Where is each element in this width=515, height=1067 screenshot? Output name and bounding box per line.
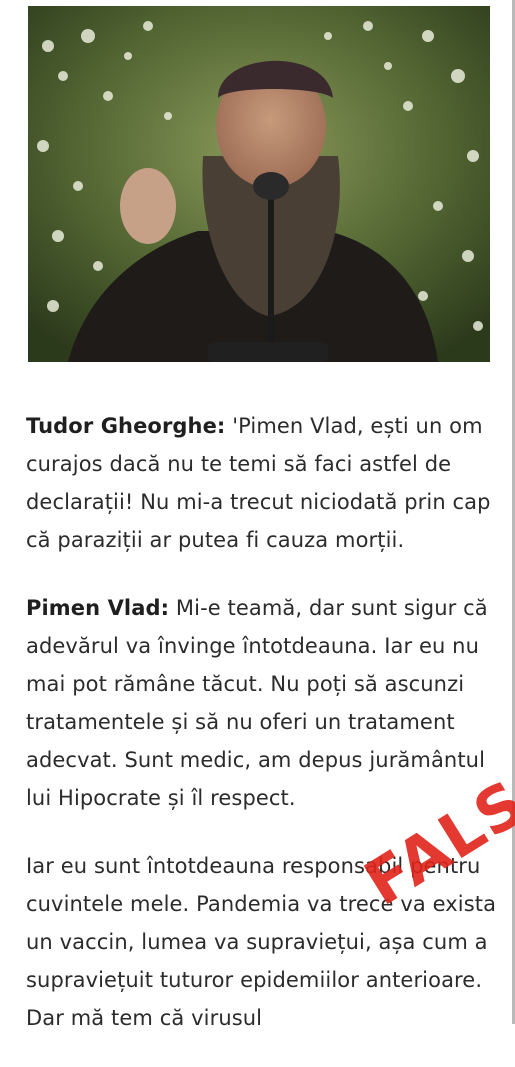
- paragraph-text: Mi-e teamă, dar sunt sigur că adevărul v…: [26, 596, 488, 810]
- monk-speaker-image: [28, 6, 490, 362]
- speaker-name: Pimen Vlad:: [26, 596, 170, 620]
- article-paragraph-1: Tudor Gheorghe: 'Pimen Vlad, ești un om …: [26, 407, 504, 559]
- article-paragraph-2: Pimen Vlad: Mi-e teamă, dar sunt sigur c…: [26, 589, 504, 817]
- article-body: Tudor Gheorghe: 'Pimen Vlad, ești un om …: [26, 407, 504, 1067]
- article-photo: [28, 6, 490, 362]
- speaker-name: Tudor Gheorghe:: [26, 414, 226, 438]
